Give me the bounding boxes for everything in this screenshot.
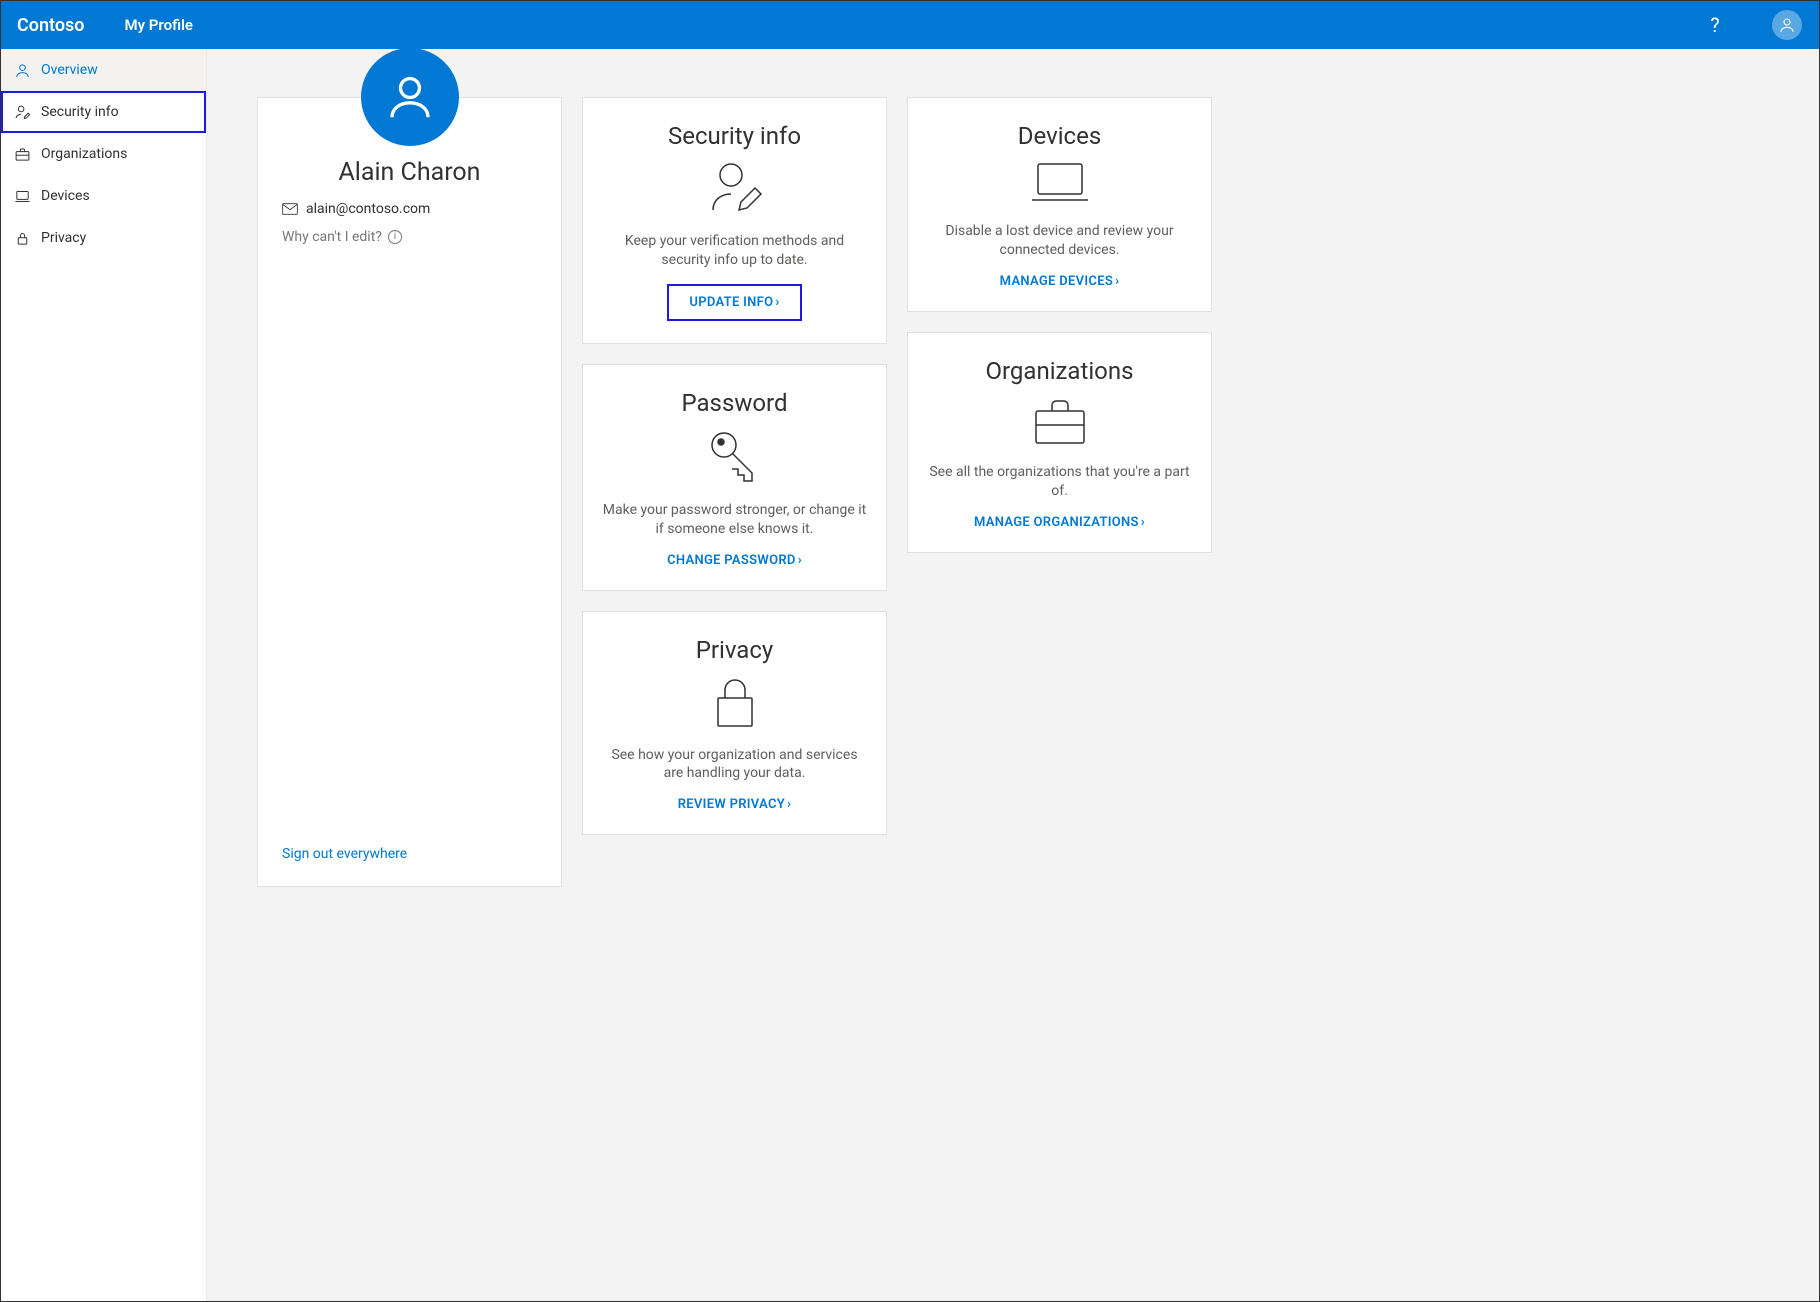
lock-icon <box>710 674 760 734</box>
laptop-icon <box>1028 160 1092 210</box>
chevron-right-icon: › <box>1115 274 1119 289</box>
password-card: Password Make your password stronger, or… <box>582 364 887 591</box>
manage-organizations-button[interactable]: MANAGE ORGANIZATIONS › <box>974 515 1145 530</box>
profile-name: Alain Charon <box>338 158 480 187</box>
card-description: Keep your verification methods and secur… <box>601 232 868 270</box>
card-title: Security info <box>668 122 801 150</box>
card-description: Make your password stronger, or change i… <box>601 501 868 539</box>
card-description: See all the organizations that you're a … <box>926 463 1193 501</box>
security-info-card: Security info Keep your verification met… <box>582 97 887 344</box>
main-content: Alain Charon alain@contoso.com Why can't… <box>207 49 1819 1301</box>
card-title: Organizations <box>985 357 1133 385</box>
sidebar-item-overview[interactable]: Overview <box>1 49 206 91</box>
card-title: Devices <box>1018 122 1101 150</box>
person-edit-icon <box>705 160 765 220</box>
profile-avatar <box>361 49 459 146</box>
brand-name: Contoso <box>17 15 84 36</box>
person-icon <box>383 70 437 124</box>
privacy-card: Privacy See how your organization and se… <box>582 611 887 836</box>
chevron-right-icon: › <box>798 553 802 568</box>
app-header: Contoso My Profile ? <box>1 1 1819 49</box>
sidebar-item-devices[interactable]: Devices <box>1 175 206 217</box>
change-password-button[interactable]: CHANGE PASSWORD › <box>667 553 802 568</box>
chevron-right-icon: › <box>775 295 779 310</box>
update-info-button[interactable]: UPDATE INFO › <box>667 284 801 321</box>
person-icon <box>13 61 31 79</box>
profile-card: Alain Charon alain@contoso.com Why can't… <box>257 97 562 887</box>
key-icon <box>706 427 764 489</box>
help-icon[interactable]: ? <box>1699 9 1731 41</box>
profile-email-row: alain@contoso.com <box>282 201 430 217</box>
sidebar-item-label: Devices <box>41 188 90 204</box>
chevron-right-icon: › <box>787 797 791 812</box>
mail-icon <box>282 203 298 215</box>
review-privacy-button[interactable]: REVIEW PRIVACY › <box>678 797 792 812</box>
person-edit-icon <box>13 103 31 121</box>
card-title: Privacy <box>696 636 774 664</box>
devices-card: Devices Disable a lost device and review… <box>907 97 1212 312</box>
why-cant-i-edit-link[interactable]: Why can't I edit? i <box>282 229 402 245</box>
manage-devices-button[interactable]: MANAGE DEVICES › <box>1000 274 1120 289</box>
profile-email: alain@contoso.com <box>306 201 430 217</box>
sign-out-everywhere-link[interactable]: Sign out everywhere <box>282 846 407 862</box>
account-avatar-button[interactable] <box>1771 9 1803 41</box>
sidebar-item-label: Overview <box>41 62 98 78</box>
person-icon <box>1778 16 1796 34</box>
organizations-card: Organizations See all the organizations … <box>907 332 1212 553</box>
sidebar-item-organizations[interactable]: Organizations <box>1 133 206 175</box>
page-title: My Profile <box>124 16 193 34</box>
sidebar-item-privacy[interactable]: Privacy <box>1 217 206 259</box>
card-title: Password <box>681 389 787 417</box>
info-icon: i <box>388 230 402 244</box>
sidebar-nav: Overview Security info Organizations Dev… <box>1 49 207 1301</box>
chevron-right-icon: › <box>1141 515 1145 530</box>
sidebar-item-label: Organizations <box>41 146 127 162</box>
sidebar-item-label: Security info <box>41 104 119 120</box>
sidebar-item-label: Privacy <box>41 230 86 246</box>
lock-icon <box>13 229 31 247</box>
sidebar-item-security-info[interactable]: Security info <box>1 91 206 133</box>
card-description: Disable a lost device and review your co… <box>926 222 1193 260</box>
briefcase-icon <box>13 145 31 163</box>
briefcase-icon <box>1030 395 1090 451</box>
card-description: See how your organization and services a… <box>601 746 868 784</box>
laptop-icon <box>13 187 31 205</box>
